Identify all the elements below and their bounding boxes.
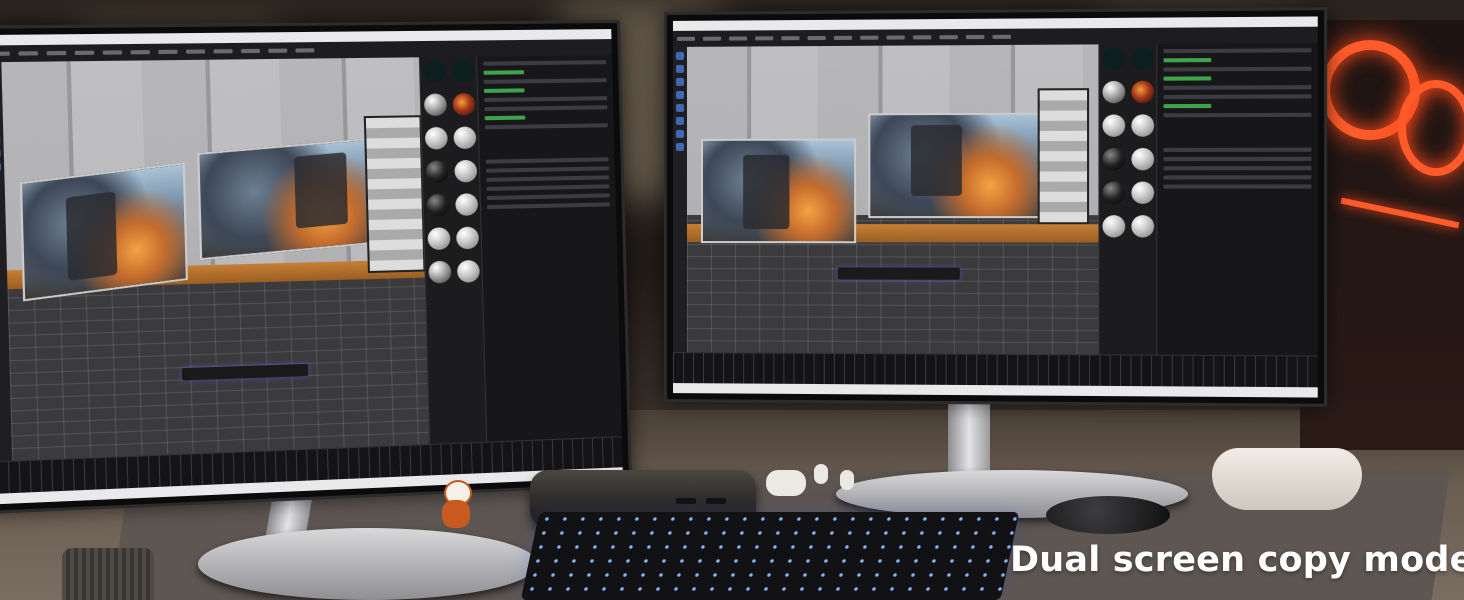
case-led-strip: [1340, 197, 1460, 229]
left-monitor: [0, 19, 633, 515]
case-fan-ring: [1398, 80, 1464, 176]
usb-port: [706, 498, 726, 504]
computer-mouse: [1046, 496, 1170, 534]
mechanical-keyboard: [520, 512, 1020, 600]
product-photo-scene: Dual screen copy mode: [0, 0, 1464, 600]
app-tool-palette: [672, 46, 687, 354]
viewport-monitor-left: [19, 162, 188, 302]
object-manager-panel: [1156, 43, 1318, 357]
earbud: [814, 464, 828, 484]
3d-viewport: [686, 44, 1100, 356]
viewport-monitor-right: [197, 137, 382, 261]
right-monitor: [664, 7, 1328, 407]
viewport-keyboard: [837, 267, 960, 281]
right-monitor-screen: [672, 16, 1318, 398]
material-browser-panel: [1098, 44, 1158, 356]
earbuds-case: [766, 470, 806, 496]
usb-port: [676, 498, 696, 504]
animation-timeline: [672, 352, 1318, 388]
earbud: [840, 470, 854, 490]
viewport-monitor-left: [701, 138, 857, 244]
caption-text: Dual screen copy mode: [1010, 540, 1464, 580]
viewport-pc-tower: [1037, 87, 1090, 225]
3d-viewport: [1, 57, 431, 462]
left-monitor-screen: [0, 29, 623, 505]
mini-speaker: [62, 548, 154, 600]
duck-figurine: [440, 480, 472, 528]
object-manager-panel: [476, 55, 622, 443]
game-controller: [1212, 448, 1362, 510]
viewport-monitor-right: [868, 112, 1044, 219]
viewport-pc-tower: [363, 115, 426, 274]
left-monitor-stand-base: [198, 528, 538, 600]
